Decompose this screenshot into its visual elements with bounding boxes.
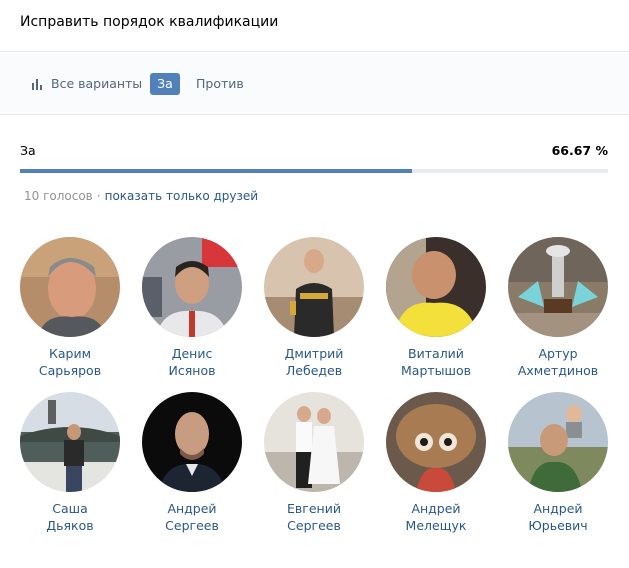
voter-name[interactable]: Евгений Сергеев — [264, 500, 364, 534]
avatar[interactable] — [386, 392, 486, 492]
poll-title: Исправить порядок квалификации — [20, 14, 279, 30]
voter-card[interactable]: Денис Исянов — [142, 237, 242, 379]
voter-first-name: Дмитрий — [284, 346, 344, 361]
voter-name[interactable]: Денис Исянов — [142, 345, 242, 379]
voter-name[interactable]: Андрей Мелещук — [386, 500, 486, 534]
avatar[interactable] — [20, 392, 120, 492]
votes-count: 10 голосов — [24, 189, 93, 203]
avatar[interactable] — [508, 237, 608, 337]
voter-first-name: Карим — [48, 346, 92, 361]
voter-first-name: Виталий — [408, 346, 464, 361]
avatar[interactable] — [20, 237, 120, 337]
poll-header: Исправить порядок квалификации — [0, 0, 629, 52]
tab-all-options-label: Все варианты — [51, 76, 143, 91]
voter-card[interactable]: Евгений Сергеев — [264, 392, 364, 534]
tabs-bar: Все варианты За Против — [0, 53, 629, 115]
voter-last-name: Сарьяров — [38, 363, 102, 378]
voter-name[interactable]: Андрей Сергеев — [142, 500, 242, 534]
result-percent: 66.67 % — [551, 143, 608, 158]
voter-card[interactable]: Андрей Юрьевич — [508, 392, 608, 534]
voter-first-name: Артур — [538, 346, 578, 361]
voter-last-name: Сергеев — [287, 518, 341, 533]
voter-name[interactable]: Карим Сарьяров — [20, 345, 120, 379]
meta-separator: · — [96, 189, 101, 203]
voter-card[interactable]: Карим Сарьяров — [20, 237, 120, 379]
voter-name[interactable]: Дмитрий Лебедев — [264, 345, 364, 379]
voter-name[interactable]: Виталий Мартышов — [386, 345, 486, 379]
show-friends-only-link[interactable]: показать только друзей — [105, 189, 258, 203]
voter-card[interactable]: Андрей Мелещук — [386, 392, 486, 534]
avatar[interactable] — [264, 392, 364, 492]
voter-first-name: Андрей — [411, 501, 461, 516]
bar-chart-icon — [32, 78, 44, 90]
voter-last-name: Дьяков — [46, 518, 94, 533]
voter-first-name: Андрей — [167, 501, 217, 516]
result-progress-fill — [20, 169, 413, 173]
voter-card[interactable]: Саша Дьяков — [20, 392, 120, 534]
tab-against[interactable]: Против — [196, 73, 244, 95]
voter-card[interactable]: Артур Ахметдинов — [508, 237, 608, 379]
voter-last-name: Ахметдинов — [517, 363, 599, 378]
tab-all-options[interactable]: Все варианты — [32, 73, 142, 95]
voter-first-name: Евгений — [287, 501, 341, 516]
votes-meta: 10 голосов · показать только друзей — [24, 189, 258, 203]
voter-last-name: Сергеев — [165, 518, 219, 533]
voter-last-name: Лебедев — [285, 363, 343, 378]
voter-last-name: Юрьевич — [528, 518, 588, 533]
voter-last-name: Мартышов — [401, 363, 471, 378]
result-progress-bar — [20, 169, 608, 173]
voter-first-name: Андрей — [533, 501, 583, 516]
voter-last-name: Исянов — [168, 363, 216, 378]
avatar[interactable] — [386, 237, 486, 337]
result-option-label: За — [20, 143, 36, 158]
avatar[interactable] — [142, 392, 242, 492]
voter-card[interactable]: Андрей Сергеев — [142, 392, 242, 534]
avatar[interactable] — [264, 237, 364, 337]
voter-name[interactable]: Андрей Юрьевич — [508, 500, 608, 534]
voter-first-name: Денис — [171, 346, 213, 361]
voter-card[interactable]: Виталий Мартышов — [386, 237, 486, 379]
tab-for[interactable]: За — [150, 73, 180, 95]
voter-first-name: Саша — [52, 501, 88, 516]
voter-name[interactable]: Саша Дьяков — [20, 500, 120, 534]
voter-name[interactable]: Артур Ахметдинов — [508, 345, 608, 379]
voter-card[interactable]: Дмитрий Лебедев — [264, 237, 364, 379]
avatar[interactable] — [508, 392, 608, 492]
voter-last-name: Мелещук — [405, 518, 467, 533]
avatar[interactable] — [142, 237, 242, 337]
